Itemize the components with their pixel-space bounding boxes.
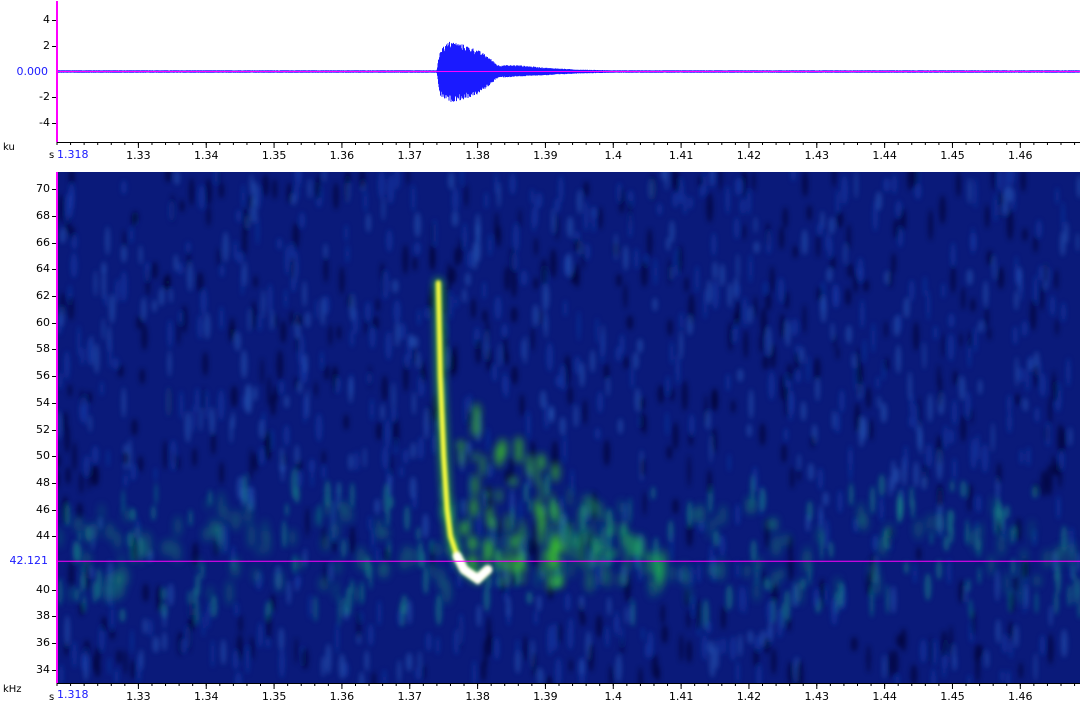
- spectrogram-y-tick-label: 58: [2, 342, 50, 355]
- spectrogram-x-tick-label: 1.42: [737, 690, 762, 703]
- spectrogram-y-tick-label: 38: [2, 609, 50, 622]
- spectrogram-y-tick-label: 68: [2, 209, 50, 222]
- spectrogram-x-tick-label: 1.46: [1008, 690, 1033, 703]
- waveform-x-tick-label: 1.36: [330, 149, 355, 162]
- waveform-y-tick-label: -2: [2, 90, 50, 103]
- waveform-panel[interactable]: 42-2-4 0.000 ku s 1.318 1.331.341.351.36…: [0, 0, 1080, 168]
- waveform-x-tick-label: 1.46: [1008, 149, 1033, 162]
- spectrogram-x-axis: 1.33 1.34 1.35 1.36 1.37 1.38 1.39 1.4 1.41 1.42 1…: [0, 683, 1080, 705]
- spectrogram-y-tick-label: 52: [2, 423, 50, 436]
- spectrogram-x-tick-label: 1.4: [605, 690, 623, 703]
- spectrogram-x-tick-label: 1.41: [669, 690, 694, 703]
- waveform-x-tick-label: 1.42: [737, 149, 762, 162]
- spectrogram-svg: [57, 172, 1080, 683]
- spectrogram-plot[interactable]: [57, 172, 1080, 683]
- waveform-cursor-value: 0.000: [0, 65, 48, 78]
- waveform-y-tick-label: 4: [2, 13, 50, 26]
- spectrogram-y-tick-label: 64: [2, 262, 50, 275]
- spectrogram-y-tick-label: 66: [2, 236, 50, 249]
- spectrogram-x-tick-label: 1.38: [465, 690, 490, 703]
- spectrogram-y-tick-label: 34: [2, 663, 50, 676]
- spectrogram-x-tick-label: 1.36: [330, 690, 355, 703]
- waveform-x-tick-label: 1.41: [669, 149, 694, 162]
- waveform-x-tick-label: 1.33: [126, 149, 151, 162]
- spectrogram-x-tick-label: 1.34: [194, 690, 219, 703]
- waveform-svg: [57, 1, 1080, 142]
- spectrogram-y-tick-label: 36: [2, 636, 50, 649]
- spectrogram-y-tick-label: 40: [2, 583, 50, 596]
- spectrogram-x-tick-label: 1.35: [262, 690, 287, 703]
- spectrogram-x-tick-label: 1.44: [872, 690, 897, 703]
- spectrogram-y-tick-label: 70: [2, 182, 50, 195]
- waveform-y-axis-line: [56, 1, 58, 142]
- waveform-y-tick-label: -4: [2, 116, 50, 129]
- waveform-x-tick-label: 1.37: [398, 149, 423, 162]
- spectrogram-y-tick-label: 56: [2, 369, 50, 382]
- waveform-y-tick-label: 2: [2, 39, 50, 52]
- waveform-x-tick-label: 1.39: [533, 149, 558, 162]
- spectrogram-panel[interactable]: 70 68 66 64 62 60 58 56 54 52 50 48 46 44 40 38 36 34 42.…: [0, 168, 1080, 704]
- waveform-x-tick-label: 1.44: [872, 149, 897, 162]
- spectrogram-y-tick-label: 62: [2, 289, 50, 302]
- waveform-plot[interactable]: [57, 1, 1080, 142]
- waveform-x-tick-label: 1.43: [805, 149, 830, 162]
- spectrogram-x-tick-label: 1.37: [398, 690, 423, 703]
- spectrogram-y-axis-line: [56, 172, 58, 683]
- spectrogram-x-tick-label: 1.33: [126, 690, 151, 703]
- spectrogram-y-tick-label: 44: [2, 529, 50, 542]
- spectrogram-y-tick-label: 60: [2, 316, 50, 329]
- waveform-x-tick-label: 1.4: [605, 149, 623, 162]
- spectrogram-y-tick-label: 54: [2, 396, 50, 409]
- waveform-x-tick-label: 1.38: [465, 149, 490, 162]
- waveform-x-tick-label: 1.35: [262, 149, 287, 162]
- spectrogram-cursor-value: 42.121: [0, 554, 48, 567]
- spectrogram-x-tick-label: 1.43: [805, 690, 830, 703]
- waveform-x-tick-label: 1.45: [940, 149, 965, 162]
- spectrogram-x-tick-label: 1.39: [533, 690, 558, 703]
- spectrogram-y-tick-label: 50: [2, 449, 50, 462]
- waveform-x-tick-label: 1.34: [194, 149, 219, 162]
- spectrogram-y-tick-label: 48: [2, 476, 50, 489]
- spectrogram-x-tick-label: 1.45: [940, 690, 965, 703]
- spectrogram-y-tick-label: 46: [2, 503, 50, 516]
- waveform-x-axis: 1.33 1.34 1.35 1.36 1.37 1.38 1.39 1.4 1.41 1.42 1…: [0, 142, 1080, 168]
